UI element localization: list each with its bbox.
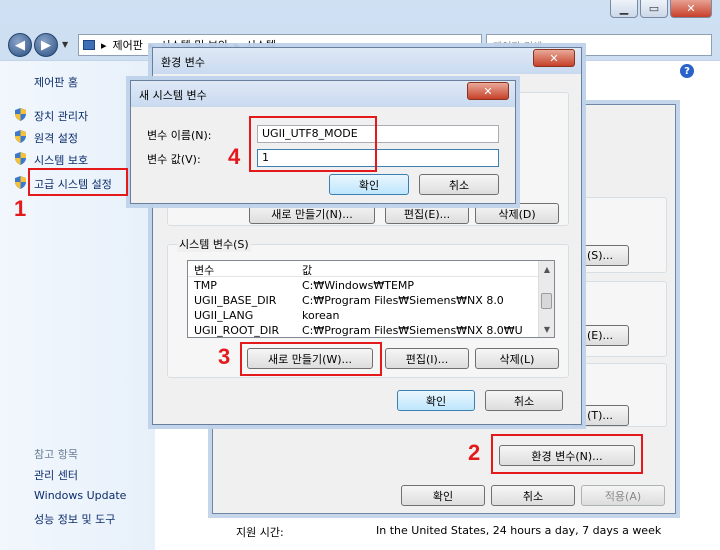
sidebar-item-system-protection[interactable]: 시스템 보호 [34,152,88,168]
window-caption-buttons: ▁ ▭ ✕ [610,0,712,20]
apply-button[interactable]: 적용(A) [581,485,665,506]
annotation-box-1 [28,168,128,196]
table-row[interactable]: UGII_BASE_DIR C:₩Program Files₩Siemens₩N… [188,294,538,308]
breadcrumb-separator-icon: ▸ [101,38,107,52]
column-header-value[interactable]: 값 [302,262,312,278]
dialog-titlebar[interactable] [153,48,581,74]
minimize-button[interactable]: ▁ [610,0,638,18]
cancel-button[interactable]: 취소 [491,485,575,506]
back-arrow-icon[interactable]: ◀ [8,33,32,57]
close-icon[interactable]: ✕ [533,49,575,67]
system-delete-button[interactable]: 삭제(L) [475,348,559,369]
annotation-number-2: 2 [468,440,481,465]
shield-icon [15,108,26,121]
see-also-header: 참고 항목 [34,448,78,461]
list-scrollbar[interactable]: ▲ ▼ [538,261,554,337]
shield-icon [15,152,26,165]
close-button[interactable]: ✕ [670,0,712,18]
variable-value: C:₩Program Files₩Siemens₩NX 8.0₩U [302,324,523,337]
env-ok-button[interactable]: 확인 [397,390,475,411]
help-icon[interactable]: ? [680,64,694,78]
system-variables-label: 시스템 변수(S) [177,236,251,252]
variable-name: TMP [194,279,217,292]
table-row[interactable]: TMP C:₩Windows₩TEMP [188,279,538,293]
dialog-title: 환경 변수 [161,56,205,69]
support-hours-value: In the United States, 24 hours a day, 7 … [376,524,662,537]
new-var-cancel-button[interactable]: 취소 [419,174,499,195]
sidebar-item-remote-settings[interactable]: 원격 설정 [34,130,78,146]
sidebar-item-device-manager[interactable]: 장치 관리자 [34,108,88,124]
see-also-action-center[interactable]: 관리 센터 [34,467,78,483]
control-panel-home-link[interactable]: 제어판 홈 [34,74,78,90]
annotation-box-2 [491,434,643,474]
control-panel-icon [83,40,95,50]
variable-name: UGII_LANG [194,309,254,322]
see-also-windows-update[interactable]: Windows Update [34,489,126,502]
env-cancel-button[interactable]: 취소 [485,390,563,411]
history-chevron-icon[interactable]: ▼ [62,40,68,49]
close-icon[interactable]: ✕ [467,82,509,100]
dialog-title: 새 시스템 변수 [139,89,207,102]
column-header-name[interactable]: 변수 [194,262,214,278]
user-delete-button[interactable]: 삭제(D) [475,203,559,224]
annotation-number-1: 1 [14,196,27,221]
see-also-performance-tools[interactable]: 성능 정보 및 도구 [34,511,115,527]
user-new-button[interactable]: 새로 만들기(N)... [249,203,375,224]
scroll-up-arrow-icon[interactable]: ▲ [539,261,554,277]
variable-name: UGII_BASE_DIR [194,294,277,307]
table-row[interactable]: UGII_LANG korean [188,309,538,323]
new-var-ok-button[interactable]: 확인 [329,174,409,195]
variable-value: C:₩Windows₩TEMP [302,279,415,292]
variable-name: UGII_ROOT_DIR [194,324,280,337]
shield-icon [15,130,26,143]
breadcrumb-item[interactable]: 제어판 [113,37,143,53]
annotation-number-4: 4 [228,144,241,169]
table-row[interactable]: UGII_ROOT_DIR C:₩Program Files₩Siemens₩N… [188,324,538,337]
annotation-number-3: 3 [218,344,231,369]
scrollbar-thumb[interactable] [541,293,552,309]
variable-name-label: 변수 이름(N): [147,129,212,142]
system-edit-button[interactable]: 편집(I)... [385,348,469,369]
user-edit-button[interactable]: 편집(E)... [385,203,469,224]
annotation-box-3 [240,342,382,376]
scroll-down-arrow-icon[interactable]: ▼ [539,321,554,337]
forward-arrow-icon[interactable]: ▶ [34,33,58,57]
shield-icon [15,176,26,189]
support-hours-label: 지원 시간: [236,526,284,539]
annotation-box-4 [249,116,377,172]
list-header: 변수 값 [188,261,538,277]
variable-value: C:₩Program Files₩Siemens₩NX 8.0 [302,294,504,307]
variable-value-label: 변수 값(V): [147,153,201,166]
ok-button[interactable]: 확인 [401,485,485,506]
system-variables-list[interactable]: 변수 값 TMP C:₩Windows₩TEMP UGII_BASE_DIR C… [187,260,555,338]
variable-value: korean [302,309,340,322]
maximize-button[interactable]: ▭ [640,0,668,18]
